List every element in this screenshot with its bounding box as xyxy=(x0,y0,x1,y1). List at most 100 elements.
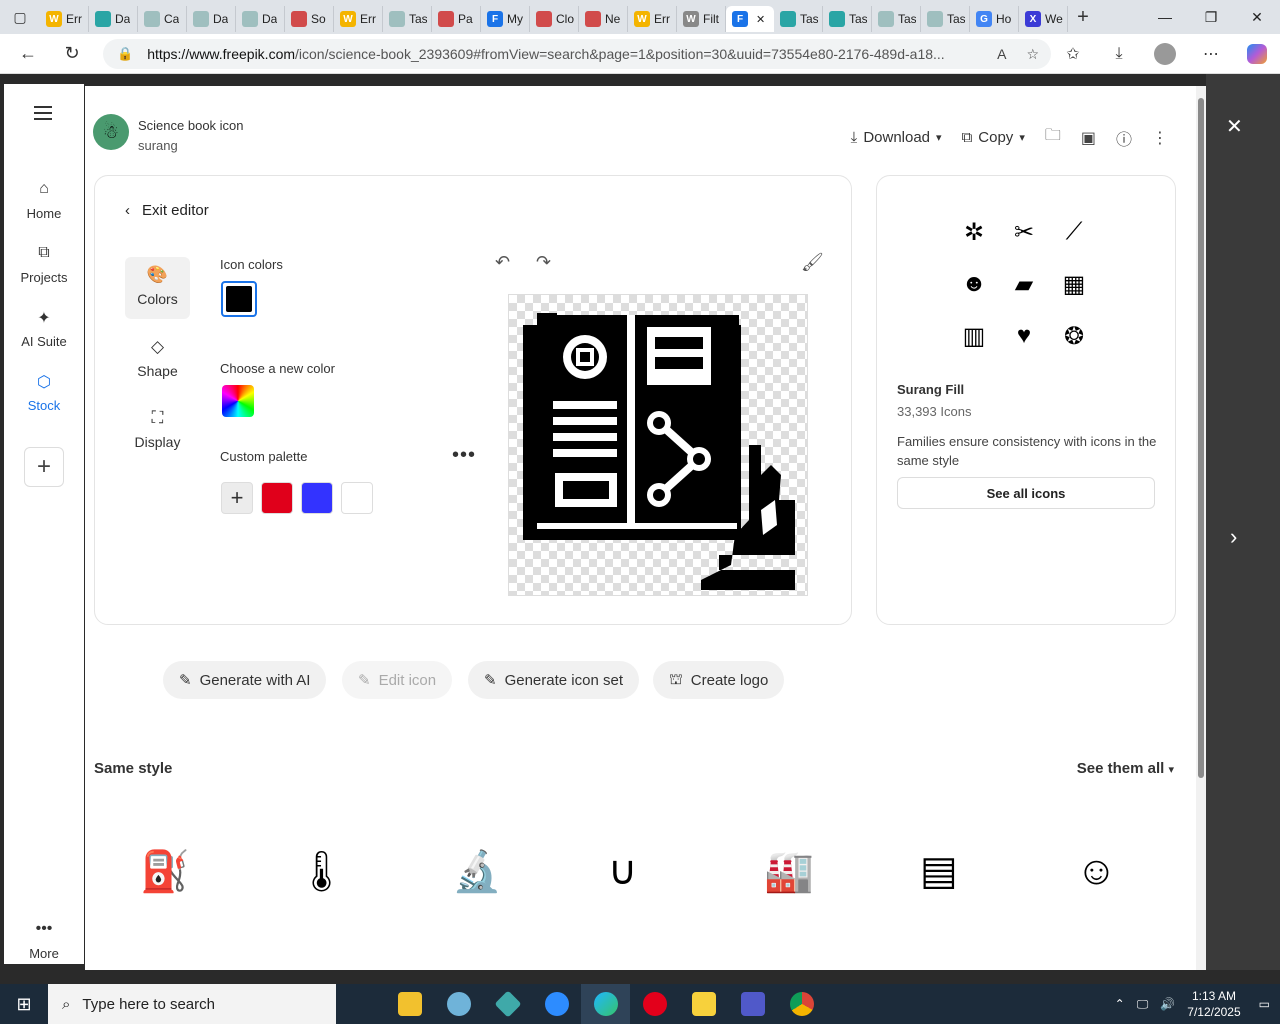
browser-tab[interactable]: F ✕ xyxy=(726,6,774,32)
browser-tab[interactable]: Ne xyxy=(579,6,628,32)
tool-display[interactable]: ⛶ Display xyxy=(125,400,190,462)
site-info-icon[interactable]: 🔒 xyxy=(117,46,133,62)
add-palette-color-button[interactable]: + xyxy=(221,482,253,514)
windows-start-icon[interactable]: ⊞ xyxy=(0,984,48,1024)
browser-tab[interactable]: Tas xyxy=(921,6,970,32)
rail-item-home[interactable]: ⌂ Home xyxy=(4,180,84,221)
exit-editor-button[interactable]: ‹ Exit editor xyxy=(125,202,209,219)
family-name[interactable]: Surang Fill xyxy=(897,382,964,397)
file-explorer-icon[interactable] xyxy=(385,984,434,1024)
browser-tab[interactable]: Tas xyxy=(774,6,823,32)
color-picker-button[interactable] xyxy=(222,385,254,417)
browser-tab[interactable]: Da xyxy=(187,6,236,32)
rail-item-ai-suite[interactable]: ✦ AI Suite xyxy=(4,308,84,349)
browser-tab[interactable]: W Filt xyxy=(677,6,726,32)
add-button[interactable]: + xyxy=(24,447,64,487)
back-icon[interactable]: ← xyxy=(6,34,50,74)
see-all-icons-button[interactable]: See all icons xyxy=(897,477,1155,509)
close-window-icon[interactable]: ✕ xyxy=(1234,0,1280,34)
microscope-icon[interactable]: 🔬 xyxy=(452,840,608,902)
profile-avatar[interactable] xyxy=(1142,43,1188,65)
new-tab-button[interactable]: + xyxy=(1068,6,1098,29)
chevron-up-icon[interactable]: ⌃ xyxy=(1115,997,1125,1011)
browser-tab[interactable]: Tas xyxy=(823,6,872,32)
create-logo-button[interactable]: ⛫ Create logo xyxy=(653,661,785,699)
browser-tab[interactable]: Tas xyxy=(872,6,921,32)
chrome-icon[interactable] xyxy=(777,984,826,1024)
copilot-icon[interactable] xyxy=(1234,44,1280,64)
reset-brush-icon[interactable]: 🖌 xyxy=(801,252,824,273)
browser-tab[interactable]: W Err xyxy=(628,6,677,32)
research-book-icon[interactable]: ▤ xyxy=(920,840,1076,902)
info-icon[interactable]: ⓘ xyxy=(1116,126,1132,150)
browser-tab[interactable]: So xyxy=(285,6,334,32)
clock[interactable]: 1:13 AM 7/12/2025 xyxy=(1187,988,1240,1020)
family-preview-grid[interactable]: ✲ ✂ ⟋ ☻ ▰ ▦ ▥ ♥ ❂ xyxy=(957,216,1107,352)
icon-color-swatch[interactable] xyxy=(221,281,257,317)
palette-swatch-red[interactable] xyxy=(261,482,293,514)
scientist-icon[interactable]: ☺ xyxy=(1076,840,1198,902)
machine-icon[interactable]: ⛽ xyxy=(140,840,296,902)
paint-icon[interactable] xyxy=(434,984,483,1024)
downloads-icon[interactable]: ⤓ xyxy=(1096,45,1142,63)
notifications-icon[interactable]: ▭ xyxy=(1259,997,1270,1011)
browser-tab[interactable]: Da xyxy=(89,6,138,32)
browser-tab[interactable]: Ca xyxy=(138,6,187,32)
palette-options-icon[interactable]: ••• xyxy=(452,444,476,467)
tool-shape[interactable]: ◇ Shape xyxy=(125,329,190,391)
add-to-collection-icon[interactable]: 🗀 xyxy=(1045,124,1061,151)
settings-more-icon[interactable]: ⋯ xyxy=(1188,44,1234,64)
undo-icon[interactable]: ↶ xyxy=(495,252,510,273)
palette-swatch-blue[interactable] xyxy=(301,482,333,514)
next-icon-arrow[interactable]: › xyxy=(1230,524,1237,550)
edge-icon[interactable] xyxy=(581,984,630,1024)
rail-item-projects[interactable]: ⧉ Projects xyxy=(4,244,84,285)
browser-tab[interactable]: Da xyxy=(236,6,285,32)
see-them-all-button[interactable]: See them all ▾ xyxy=(1077,760,1174,777)
volume-icon[interactable]: 🔊 xyxy=(1160,997,1175,1011)
favorites-icon[interactable]: ✩ xyxy=(1050,44,1096,64)
taskbar-app-view[interactable] xyxy=(336,984,385,1024)
author-avatar[interactable]: ☃ xyxy=(93,114,129,150)
restore-icon[interactable]: ❐ xyxy=(1188,0,1234,34)
network-icon[interactable]: 🖵 xyxy=(1137,997,1149,1012)
browser-tab[interactable]: Clo xyxy=(530,6,579,32)
more-options-icon[interactable]: ⋮ xyxy=(1152,128,1168,148)
tab-actions-icon[interactable]: ▢ xyxy=(0,0,40,34)
browser-tab[interactable]: W Err xyxy=(40,6,89,32)
sticky-notes-icon[interactable] xyxy=(679,984,728,1024)
mockup-icon[interactable]: ▣ xyxy=(1081,128,1096,148)
browser-tab[interactable]: X We xyxy=(1019,6,1068,32)
address-bar[interactable]: 🔒 https://www.freepik.com/icon/science-b… xyxy=(103,39,1051,69)
minimize-icon[interactable]: — xyxy=(1142,0,1188,34)
rail-item-more[interactable]: ••• More xyxy=(4,920,84,961)
opera-icon[interactable] xyxy=(630,984,679,1024)
close-modal-icon[interactable]: ✕ xyxy=(1226,114,1243,139)
app-diamond-icon[interactable] xyxy=(483,984,532,1024)
download-button[interactable]: ⤓ Download ▾ xyxy=(851,129,942,146)
browser-tab[interactable]: F My xyxy=(481,6,530,32)
reload-icon[interactable]: ↻ xyxy=(50,34,94,74)
generate-icon-set-button[interactable]: ✎ Generate icon set xyxy=(468,661,639,699)
read-aloud-icon[interactable]: A xyxy=(997,46,1006,63)
palette-swatch-white[interactable] xyxy=(341,482,373,514)
copy-button[interactable]: ⧉ Copy ▾ xyxy=(962,129,1025,146)
edit-icon-button[interactable]: ✎ Edit icon xyxy=(342,661,453,699)
browser-tab[interactable]: W Err xyxy=(334,6,383,32)
rail-item-stock[interactable]: ⬡ Stock xyxy=(4,372,84,413)
scrollbar-thumb[interactable] xyxy=(1198,98,1204,778)
browser-tab[interactable]: Tas xyxy=(383,6,432,32)
taskbar-search[interactable]: ⌕ Type here to search xyxy=(48,984,336,1024)
modal-scrollbar[interactable] xyxy=(1196,86,1206,970)
factory-icon[interactable]: 🏭 xyxy=(764,840,920,902)
favorite-star-icon[interactable]: ☆ xyxy=(1026,46,1039,63)
generate-ai-button[interactable]: ✎ Generate with AI xyxy=(163,661,327,699)
redo-icon[interactable]: ↷ xyxy=(536,252,551,273)
author-name[interactable]: surang xyxy=(138,138,178,153)
close-tab-icon[interactable]: ✕ xyxy=(756,13,765,26)
menu-icon[interactable] xyxy=(34,106,52,124)
zoom-icon[interactable] xyxy=(532,984,581,1024)
magnet-icon[interactable]: ∪ xyxy=(608,840,764,902)
browser-tab[interactable]: G Ho xyxy=(970,6,1019,32)
tool-colors[interactable]: 🎨 Colors xyxy=(125,257,190,319)
